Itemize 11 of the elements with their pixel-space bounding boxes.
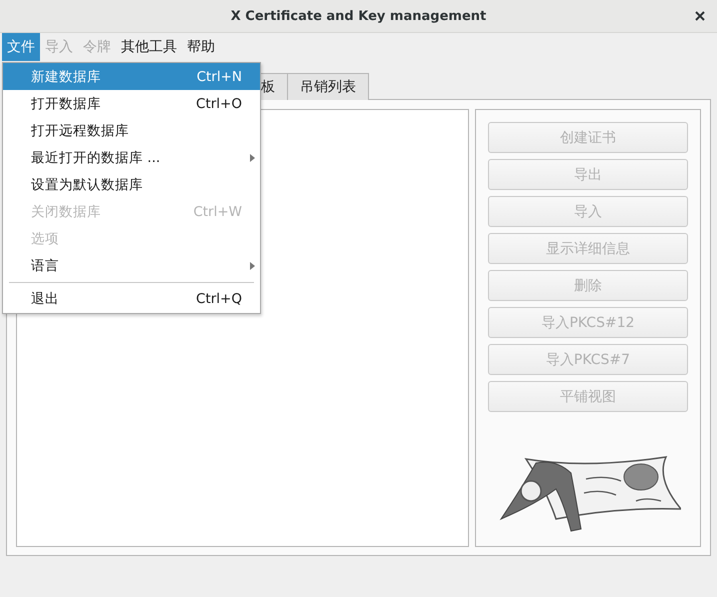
menu-entry[interactable]: 最近打开的数据库 ... [3, 144, 260, 171]
menu-entry[interactable]: 新建数据库 Ctrl+N [3, 63, 260, 90]
close-icon[interactable] [695, 11, 705, 21]
menu-item[interactable]: 其他工具 [116, 33, 182, 61]
window-title: X Certificate and Key management [230, 8, 486, 24]
menu-entry[interactable]: 打开远程数据库 [3, 117, 260, 144]
menu-entry[interactable]: 设置为默认数据库 [3, 171, 260, 198]
menu-item[interactable]: 文件 [2, 33, 40, 61]
menu-entry[interactable]: 语言 [3, 252, 260, 279]
menu-item[interactable]: 帮助 [182, 33, 220, 61]
tab[interactable]: 吊销列表 [287, 73, 369, 100]
